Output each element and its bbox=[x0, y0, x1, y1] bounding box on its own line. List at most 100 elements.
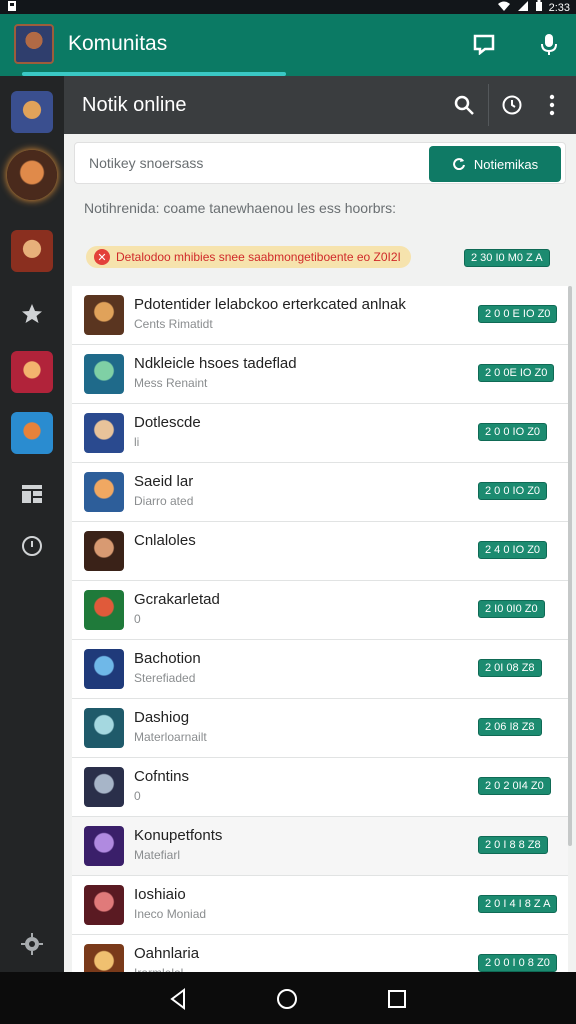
item-subtitle: li bbox=[134, 435, 140, 449]
item-thumbnail bbox=[84, 826, 124, 866]
toolbar-divider bbox=[488, 84, 489, 126]
microphone-icon[interactable] bbox=[535, 30, 563, 58]
item-subtitle: Mess Renaint bbox=[134, 376, 208, 390]
item-thumbnail bbox=[84, 767, 124, 807]
error-icon: ✕ bbox=[94, 249, 110, 265]
history-icon[interactable] bbox=[498, 91, 526, 119]
list-item[interactable]: OahnlariaIrarmlelol2 0 0 I 0 8 Z0 bbox=[72, 935, 568, 972]
item-badge: 2 I0 0I0 Z0 bbox=[478, 600, 545, 618]
item-badge: 2 06 I8 Z8 bbox=[478, 718, 542, 736]
more-icon[interactable] bbox=[538, 91, 566, 119]
list-item[interactable]: Cnlaloles 2 4 0 IO Z0 bbox=[72, 522, 568, 581]
item-subtitle: 0 bbox=[134, 789, 141, 803]
item-badge: 2 0 0 I 0 8 Z0 bbox=[478, 954, 557, 972]
page-toolbar: Notik online bbox=[64, 76, 576, 134]
sidebar bbox=[0, 76, 64, 972]
app-bar: Komunitas bbox=[0, 14, 576, 76]
list-item[interactable]: Cofntins 0 2 0 2 0I4 Z0 bbox=[72, 758, 568, 817]
notification-list: Pdotentider lelabckoo erterkcated anlnak… bbox=[72, 286, 568, 972]
page-title: Notik online bbox=[82, 94, 187, 116]
item-title: Dashiog bbox=[134, 709, 190, 726]
item-thumbnail bbox=[84, 531, 124, 571]
item-badge: 2 0 I 4 I 8 Z A bbox=[478, 895, 558, 913]
search-bar: Notikey snoersass Notiemikas bbox=[74, 142, 566, 184]
item-title: Cofntins bbox=[134, 768, 190, 785]
item-title: Pdotentider lelabckoo erterkcated anlnak bbox=[134, 296, 406, 313]
item-thumbnail bbox=[84, 944, 124, 972]
notice-banner: ✕ Detalodoo mhibies snee saabmongetiboen… bbox=[86, 246, 411, 268]
item-badge: 2 0 I 8 8 Z8 bbox=[478, 836, 548, 854]
item-title: Bachotion bbox=[134, 650, 201, 667]
item-badge: 2 0 2 0I4 Z0 bbox=[478, 777, 551, 795]
sidebar-avatar-4[interactable] bbox=[11, 351, 53, 393]
notice-badge: 2 30 I0 M0 Z A bbox=[464, 249, 550, 267]
item-subtitle: Materloarnailt bbox=[134, 730, 207, 744]
list-item[interactable]: Ndkleicle hsoes tadeflad Mess Renaint 2 0 … bbox=[72, 345, 568, 404]
search-action-label: Notiemikas bbox=[473, 156, 539, 172]
list-item[interactable]: Saeid lar Diarro ated 2 0 0 IO Z0 bbox=[72, 463, 568, 522]
search-input[interactable]: Notikey snoersass bbox=[89, 155, 203, 171]
clock-icon[interactable] bbox=[18, 532, 46, 560]
main-content: Notikey snoersass Notiemikas Notihrenida… bbox=[64, 134, 576, 972]
item-subtitle: 0 bbox=[134, 612, 141, 626]
system-nav-bar bbox=[0, 972, 576, 1024]
profile-avatar[interactable] bbox=[14, 24, 54, 64]
sidebar-avatar-3[interactable] bbox=[11, 230, 53, 272]
item-thumbnail bbox=[84, 295, 124, 335]
item-title: Gcrakarletad bbox=[134, 591, 220, 608]
notice-text: Detalodoo mhibies snee saabmongetiboente… bbox=[116, 250, 401, 264]
settings-icon[interactable] bbox=[18, 930, 46, 958]
list-item[interactable]: Pdotentider lelabckoo erterkcated anlnak… bbox=[72, 286, 568, 345]
home-icon[interactable] bbox=[274, 986, 300, 1012]
sim-icon bbox=[6, 0, 18, 15]
item-badge: 2 0 0 E IO Z0 bbox=[478, 305, 558, 323]
item-title: Oahnlaria bbox=[134, 945, 200, 962]
list-item[interactable]: Gcrakarletad 0 2 I0 0I0 Z0 bbox=[72, 581, 568, 640]
list-item[interactable]: Dashiog Materloarnailt 2 06 I8 Z8 bbox=[72, 699, 568, 758]
search-action-button[interactable]: Notiemikas bbox=[429, 146, 561, 182]
app-title: Komunitas bbox=[68, 32, 168, 55]
back-icon[interactable] bbox=[165, 986, 191, 1012]
signal-icon bbox=[517, 0, 529, 15]
page-description: Notihrenida: coame tanewhaenou les ess h… bbox=[84, 200, 397, 216]
item-thumbnail bbox=[84, 708, 124, 748]
grid-icon[interactable] bbox=[18, 480, 46, 508]
recents-icon[interactable] bbox=[384, 986, 410, 1012]
sidebar-avatar-2[interactable] bbox=[7, 150, 57, 200]
status-bar: 2:33 bbox=[0, 0, 576, 14]
item-badge: 2 0I 08 Z8 bbox=[478, 659, 542, 677]
item-badge: 2 0 0E IO Z0 bbox=[478, 364, 555, 382]
search-icon[interactable] bbox=[450, 91, 478, 119]
item-subtitle: Ineco Moniad bbox=[134, 907, 207, 921]
star-icon[interactable] bbox=[18, 300, 46, 328]
item-subtitle: Sterefiaded bbox=[134, 671, 196, 685]
item-thumbnail bbox=[84, 413, 124, 453]
item-thumbnail bbox=[84, 472, 124, 512]
item-title: Dotlescde bbox=[134, 414, 201, 431]
status-time: 2:33 bbox=[548, 1, 570, 14]
item-badge: 2 0 0 IO Z0 bbox=[478, 482, 548, 500]
item-thumbnail bbox=[84, 649, 124, 689]
item-thumbnail bbox=[84, 590, 124, 630]
sidebar-avatar-1[interactable] bbox=[11, 91, 53, 133]
refresh-icon bbox=[452, 156, 466, 173]
wifi-icon bbox=[497, 0, 511, 15]
item-title: Cnlaloles bbox=[134, 532, 196, 549]
item-title: Ioshiaio bbox=[134, 886, 186, 903]
item-thumbnail bbox=[84, 354, 124, 394]
item-title: Ndkleicle hsoes tadeflad bbox=[134, 355, 297, 372]
item-subtitle: Diarro ated bbox=[134, 494, 194, 508]
list-item[interactable]: Dotlescde li 2 0 0 IO Z0 bbox=[72, 404, 568, 463]
list-item[interactable]: Ioshiaio Ineco Moniad 2 0 I 4 I 8 Z A bbox=[72, 876, 568, 935]
chat-icon[interactable] bbox=[470, 30, 498, 58]
list-item[interactable]: Konupetfonts Matefiarl 2 0 I 8 8 Z8 bbox=[72, 817, 568, 876]
scrollbar[interactable] bbox=[568, 286, 572, 846]
item-title: Konupetfonts bbox=[134, 827, 223, 844]
sidebar-avatar-5[interactable] bbox=[11, 412, 53, 454]
item-title: Saeid lar bbox=[134, 473, 194, 490]
battery-icon bbox=[535, 0, 543, 15]
item-badge: 2 0 0 IO Z0 bbox=[478, 423, 548, 441]
item-subtitle: Cents Rimatidt bbox=[134, 317, 213, 331]
item-subtitle: Matefiarl bbox=[134, 848, 181, 862]
list-item[interactable]: Bachotion Sterefiaded 2 0I 08 Z8 bbox=[72, 640, 568, 699]
